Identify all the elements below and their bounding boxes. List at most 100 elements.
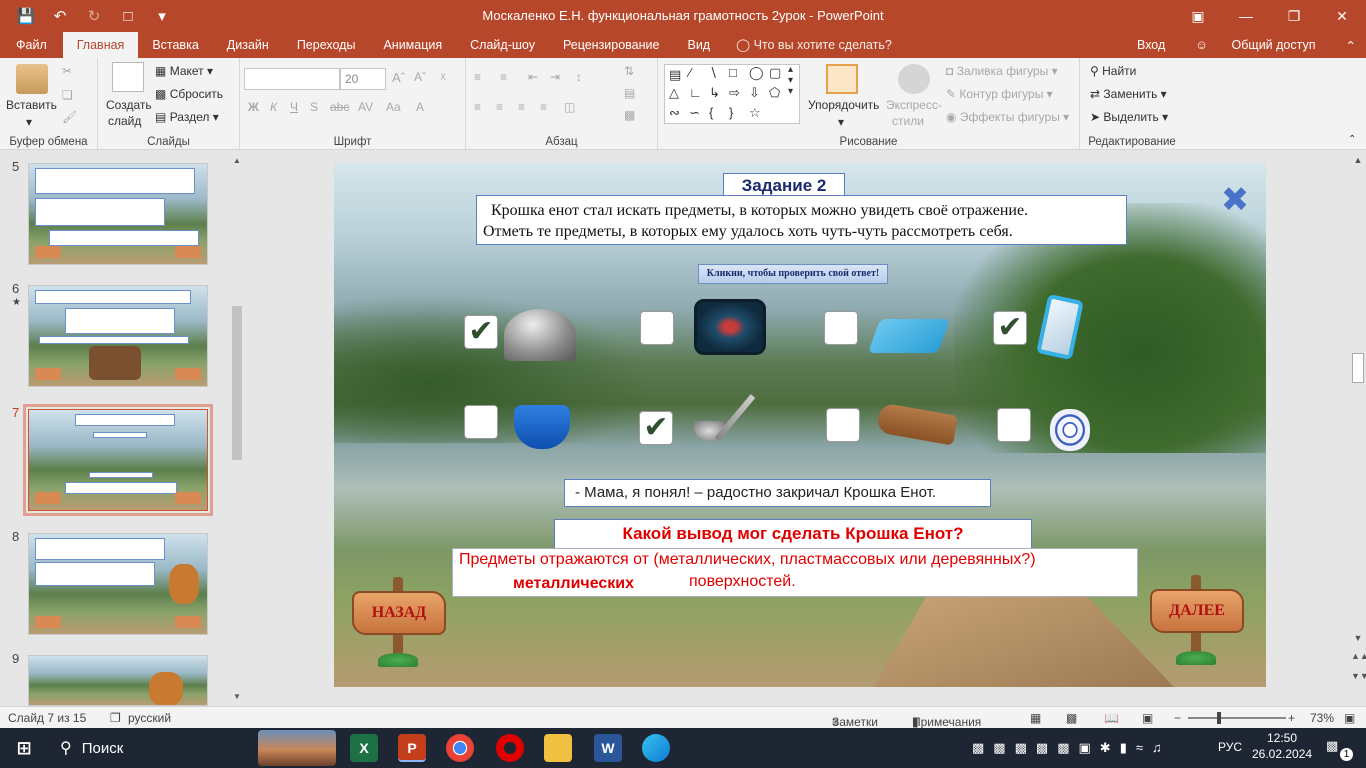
security-icon[interactable]: ▣ bbox=[1078, 740, 1090, 756]
triangle-shape-icon[interactable]: △ bbox=[669, 85, 679, 101]
checkbox-mirror[interactable]: ✔ bbox=[993, 311, 1027, 345]
shape-outline-button[interactable]: ✎ Контур фигуры ▾ bbox=[946, 87, 1053, 101]
prev-slide-icon[interactable]: ▲▲ bbox=[1351, 649, 1366, 663]
shape-fill-button[interactable]: ◘ Заливка фигуры ▾ bbox=[946, 64, 1058, 78]
textbox-shape-icon[interactable]: ▤ bbox=[669, 67, 681, 83]
shrink-font-icon[interactable]: Aˇ bbox=[414, 70, 426, 84]
chrome-icon[interactable] bbox=[446, 734, 474, 762]
scroll-thumb[interactable] bbox=[232, 306, 242, 460]
wifi-icon[interactable]: ≈ bbox=[1136, 740, 1143, 756]
quick-styles-label-2[interactable]: стили bbox=[892, 114, 924, 128]
shadow-icon[interactable]: S bbox=[310, 100, 318, 114]
tab-transitions[interactable]: Переходы bbox=[283, 32, 370, 58]
checkbox-cloche[interactable]: ✔ bbox=[464, 315, 498, 349]
columns-icon[interactable]: ◫ bbox=[564, 100, 575, 114]
checkbox-vase[interactable] bbox=[997, 408, 1031, 442]
freeform-shape-icon[interactable]: ∽ bbox=[689, 105, 700, 121]
spacing-icon[interactable]: AV bbox=[358, 100, 373, 114]
customize-qat-icon[interactable]: ▾ bbox=[148, 2, 176, 30]
reading-view-icon[interactable]: 📖 bbox=[1104, 711, 1119, 725]
line-shape-icon[interactable]: ∕ bbox=[689, 65, 691, 80]
bullets-icon[interactable]: ≡ bbox=[474, 70, 481, 84]
bold-icon[interactable]: Ж bbox=[248, 100, 259, 114]
align-center-icon[interactable]: ≡ bbox=[496, 100, 503, 114]
redo-icon[interactable]: ↻ bbox=[80, 2, 108, 30]
line2-shape-icon[interactable]: ∖ bbox=[709, 65, 717, 81]
tab-review[interactable]: Рецензирование bbox=[549, 32, 674, 58]
tab-slideshow[interactable]: Слайд-шоу bbox=[456, 32, 549, 58]
scroll-thumb[interactable] bbox=[1352, 353, 1364, 383]
scroll-up-icon[interactable]: ▲ bbox=[1351, 153, 1365, 167]
tab-file[interactable]: Файл bbox=[0, 32, 63, 58]
change-case-icon[interactable]: Aa bbox=[386, 100, 401, 114]
opera-icon[interactable] bbox=[496, 734, 524, 762]
language-icon[interactable]: ❐ bbox=[110, 711, 121, 725]
powerpoint-icon[interactable]: P bbox=[398, 734, 426, 762]
tray-app-icon[interactable]: ▩ bbox=[972, 740, 984, 756]
normal-view-icon[interactable]: ▦ bbox=[1030, 711, 1041, 725]
slide-thumbnail-7[interactable] bbox=[23, 404, 213, 516]
tab-view[interactable]: Вид bbox=[673, 32, 724, 58]
shapes-gallery[interactable]: ▤ ∕ ∖ □ ◯ ▢ △ ∟ ↳ ⇨ ⇩ ⬠ ∾ ∽ { } ☆ bbox=[664, 64, 800, 124]
ribbon-display-icon[interactable]: ▣ bbox=[1174, 0, 1222, 32]
tab-insert[interactable]: Вставка bbox=[138, 32, 212, 58]
increase-indent-icon[interactable]: ⇥ bbox=[550, 70, 560, 84]
next-sign-button[interactable]: ДАЛЕЕ bbox=[1150, 575, 1244, 667]
quick-styles-label-1[interactable]: Экспресс- bbox=[886, 98, 942, 112]
tray-app3-icon[interactable]: ▩ bbox=[1015, 740, 1027, 756]
language-indicator[interactable]: русский bbox=[128, 711, 171, 725]
tab-design[interactable]: Дизайн bbox=[213, 32, 283, 58]
from-beginning-icon[interactable]: □ bbox=[114, 2, 142, 30]
underline-icon[interactable]: Ч bbox=[290, 100, 298, 114]
replace-button[interactable]: ⇄ Заменить ▾ bbox=[1090, 87, 1167, 101]
checkbox-board[interactable] bbox=[826, 408, 860, 442]
new-slide-label-2[interactable]: слайд bbox=[108, 114, 141, 128]
slide-thumbnail-9[interactable] bbox=[28, 655, 208, 706]
paste-icon[interactable] bbox=[16, 64, 48, 94]
clock[interactable]: 12:50 26.02.2024 bbox=[1252, 731, 1312, 761]
slide-canvas[interactable]: Задание 2 Крошка енот стал искать предме… bbox=[334, 163, 1266, 687]
check-answer-button[interactable]: Кликни, чтобы проверить свой ответ! bbox=[698, 264, 888, 284]
select-button[interactable]: ➤ Выделить ▾ bbox=[1090, 110, 1168, 124]
arrow-right-shape-icon[interactable]: ⇨ bbox=[729, 85, 740, 101]
connector-shape-icon[interactable]: ∟ bbox=[689, 85, 702, 100]
close-x-icon[interactable]: ✖ bbox=[1218, 183, 1252, 217]
paste-dropdown-icon[interactable]: ▾ bbox=[26, 115, 32, 129]
zoom-slider-thumb[interactable] bbox=[1217, 712, 1221, 724]
find-button[interactable]: ⚲ Найти bbox=[1090, 64, 1136, 78]
zoom-out-icon[interactable]: − bbox=[1174, 711, 1181, 725]
scroll-down-icon[interactable]: ▼ bbox=[1351, 631, 1365, 645]
format-painter-icon[interactable]: 🖌 bbox=[62, 110, 77, 124]
new-slide-icon[interactable] bbox=[112, 62, 144, 92]
checkbox-ladle[interactable]: ✔ bbox=[639, 411, 673, 445]
slide-thumbnail-5[interactable] bbox=[28, 163, 208, 265]
rounded-rect-shape-icon[interactable]: ▢ bbox=[769, 65, 781, 81]
next-slide-icon[interactable]: ▼▼ bbox=[1351, 669, 1366, 683]
smartart-icon[interactable]: ▩ bbox=[624, 108, 635, 122]
sorter-view-icon[interactable]: ▩ bbox=[1066, 711, 1077, 725]
slide-thumbnail-6[interactable] bbox=[28, 285, 208, 387]
fit-slide-icon[interactable]: ▣ bbox=[1344, 711, 1355, 725]
input-language[interactable]: РУС bbox=[1218, 740, 1242, 754]
decrease-indent-icon[interactable]: ⇤ bbox=[528, 70, 538, 84]
arrange-label[interactable]: Упорядочить bbox=[808, 98, 879, 112]
font-size-combo[interactable]: 20 bbox=[340, 68, 386, 90]
clear-format-icon[interactable]: ☓ bbox=[440, 70, 446, 84]
tell-me-search[interactable]: ◯ Что вы хотите сделать? bbox=[724, 32, 892, 58]
cut-icon[interactable]: ✂ bbox=[62, 64, 72, 78]
numbering-icon[interactable]: ≡ bbox=[500, 70, 507, 84]
signin-link[interactable]: Вход bbox=[1127, 38, 1175, 52]
nvidia-icon[interactable]: ▩ bbox=[1036, 740, 1048, 756]
shape-effects-button[interactable]: ◉ Эффекты фигуры ▾ bbox=[946, 110, 1069, 124]
tab-home[interactable]: Главная bbox=[62, 32, 139, 58]
tab-animation[interactable]: Анимация bbox=[369, 32, 456, 58]
shapes-scroll-icon[interactable]: ▴ ▾ ▾ bbox=[788, 64, 793, 97]
copy-icon[interactable]: ❏ bbox=[62, 88, 73, 102]
quick-styles-icon[interactable] bbox=[898, 64, 930, 94]
arrange-dropdown-icon[interactable]: ▾ bbox=[838, 115, 844, 129]
font-color-icon[interactable]: A bbox=[416, 100, 424, 114]
align-left-icon[interactable]: ≡ bbox=[474, 100, 481, 114]
grow-font-icon[interactable]: Aˆ bbox=[392, 70, 405, 85]
oval-shape-icon[interactable]: ◯ bbox=[749, 65, 764, 81]
brace-right-shape-icon[interactable]: } bbox=[729, 105, 733, 120]
